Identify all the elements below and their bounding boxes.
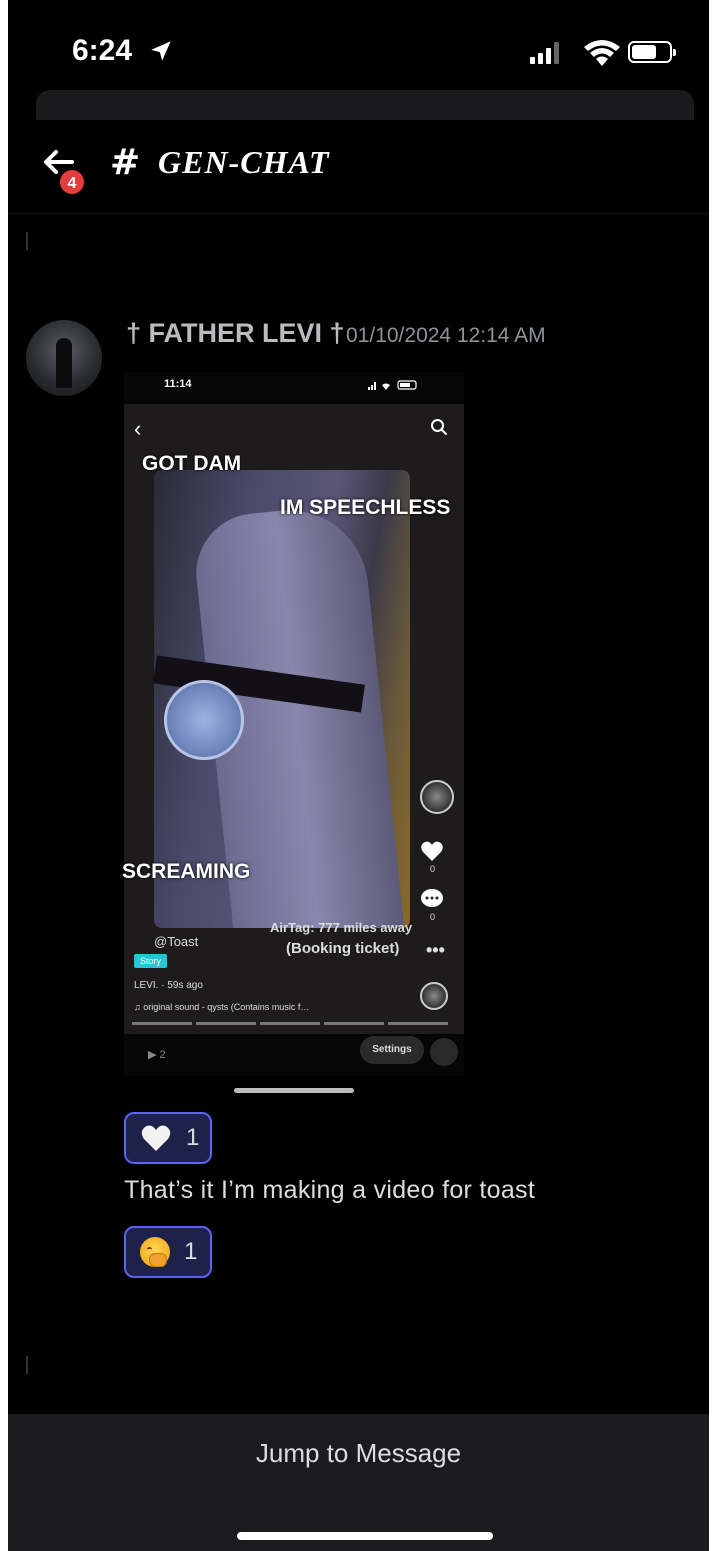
bottom-bar: Jump to Message	[8, 1414, 709, 1551]
phone-screen: 6:24 4 # GEN-CHAT † FATHER LEVI † 01/10/…	[8, 0, 709, 1551]
channel-hash-icon: #	[110, 142, 141, 183]
tiktok-screen: ‹ GOT DAM IM SPEECHLESS SCREAMING 0 0 ••…	[122, 404, 464, 1034]
jump-to-message-button[interactable]: Jump to Message	[8, 1438, 709, 1469]
home-indicator[interactable]	[237, 1532, 493, 1540]
message-text: That’s it I’m making a video for toast	[124, 1176, 536, 1204]
scroll-edge-mark	[26, 1356, 28, 1374]
creator-avatar	[420, 780, 454, 814]
channel-header: 4 # GEN-CHAT	[8, 120, 709, 214]
tiktok-back-icon: ‹	[134, 416, 142, 441]
notification-badge: 4	[58, 168, 86, 196]
sound-disc-icon	[420, 982, 448, 1010]
view-count: ▶ 2	[148, 1049, 166, 1061]
tiktok-search-icon	[431, 419, 447, 435]
caption-airtag: AirTag: 777 miles away	[270, 920, 413, 935]
reaction-emoji[interactable]: 1	[124, 1226, 212, 1278]
channel-name[interactable]: GEN-CHAT	[158, 144, 330, 181]
sound-line: ♫ original sound - qysts (Contains music…	[134, 1002, 310, 1012]
story-progress	[132, 1022, 448, 1025]
caption-screaming: SCREAMING	[122, 860, 251, 883]
attachment-home-indicator	[234, 1088, 354, 1093]
face-with-hand-over-mouth-icon	[140, 1237, 170, 1267]
reaction-heart[interactable]: 1	[124, 1112, 212, 1164]
sheet-top-edge	[36, 90, 694, 120]
like-count: 0	[430, 864, 436, 874]
camera-icon	[430, 1038, 458, 1066]
location-arrow-icon	[151, 41, 171, 61]
battery-icon	[628, 41, 676, 63]
caption-got-dam: GOT DAM	[142, 452, 242, 475]
reaction-count: 1	[184, 1238, 198, 1265]
wifi-icon	[584, 40, 620, 66]
caption-booking: (Booking ticket)	[286, 940, 400, 957]
tiktok-comment-icon	[421, 889, 443, 907]
avatar[interactable]	[26, 320, 102, 396]
tiktok-like-icon	[421, 841, 443, 861]
attachment-status-icons	[368, 380, 417, 390]
scroll-edge-mark	[26, 232, 28, 250]
reaction-count: 1	[186, 1124, 200, 1151]
story-badge: Story	[134, 954, 168, 968]
image-attachment[interactable]: 11:14 ‹ GOT DAM IM SPEECHLESS SCREAMING	[122, 372, 464, 1076]
airtag-image	[164, 680, 244, 760]
status-time: 6:24	[72, 34, 133, 67]
message-timestamp: 01/10/2024 12:14 AM	[346, 324, 546, 347]
tiktok-settings-button: Settings	[360, 1036, 424, 1064]
heart-icon	[141, 1125, 171, 1151]
comment-count: 0	[430, 912, 436, 922]
cellular-signal-icon	[530, 40, 559, 64]
attachment-status-time: 11:14	[164, 378, 192, 390]
more-icon: •••	[426, 940, 445, 960]
poster-line: LEVI. · 59s ago	[134, 980, 203, 991]
caption-speechless: IM SPEECHLESS	[280, 496, 451, 519]
message-author[interactable]: † FATHER LEVI †	[126, 318, 345, 349]
tiktok-username: @Toast	[154, 934, 199, 949]
